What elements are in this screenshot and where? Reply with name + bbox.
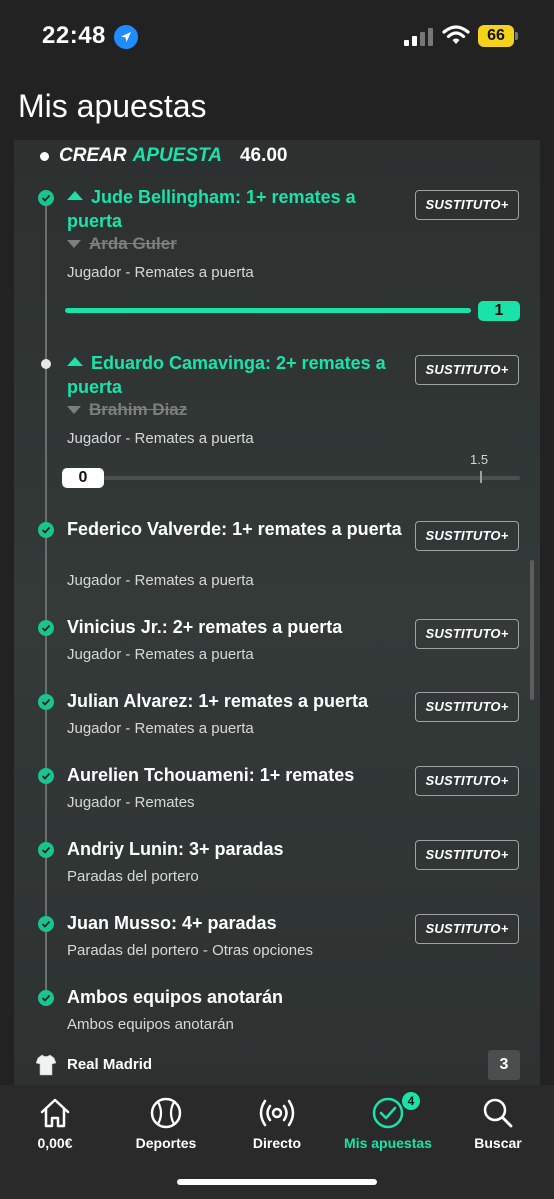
ball-icon: [150, 1097, 182, 1129]
check-icon: [38, 522, 54, 538]
check-icon: [38, 694, 54, 710]
tab-label: Directo: [252, 1135, 302, 1151]
caret-up-icon: [67, 357, 83, 366]
leg-title: Vinicius Jr.: 2+ remates a puerta: [67, 617, 343, 637]
team-name: Real Madrid: [67, 1056, 153, 1073]
leg-title: Ambos equipos anotarán: [67, 987, 284, 1007]
progress-value: 1: [478, 301, 520, 321]
team-row[interactable]: Real Madrid 3: [14, 1050, 540, 1080]
timeline-dot: [41, 359, 51, 369]
leg-subtitle: Jugador - Remates a puerta: [67, 572, 254, 589]
progress-bar: [65, 308, 471, 313]
live-icon: [259, 1099, 295, 1127]
substitute-button[interactable]: SUSTITUTO+: [415, 914, 519, 944]
check-circle-icon: [372, 1097, 404, 1129]
tab-home[interactable]: 0,00€: [0, 1095, 110, 1155]
progress-target-tick: [480, 471, 482, 483]
tab-label: Deportes: [135, 1135, 197, 1151]
progress-target: 1.5: [470, 452, 489, 467]
status-bar: 22:48 66: [0, 0, 554, 70]
leg-title: Julian Alvarez: 1+ remates a puerta: [67, 691, 368, 711]
scrollbar[interactable]: [530, 560, 534, 700]
check-icon: [38, 620, 54, 636]
replaced-player: Arda Guler: [67, 234, 177, 254]
leg-title: Andriy Lunin: 3+ paradas: [67, 839, 284, 859]
check-icon: [38, 916, 54, 932]
substitute-button[interactable]: SUSTITUTO+: [415, 521, 519, 551]
leg-subtitle: Paradas del portero - Otras opciones: [67, 942, 313, 959]
timeline-line: [45, 190, 47, 996]
leg-title: Aurelien Tchouameni: 1+ remates: [67, 765, 355, 785]
bet-odds: 46.00: [239, 145, 288, 166]
tab-label: 0,00€: [37, 1135, 73, 1151]
page-title: Mis apuestas: [18, 88, 207, 124]
cellular-signal-icon: [404, 28, 434, 46]
leg-subtitle: Ambos equipos anotarán: [67, 1016, 234, 1033]
home-icon: [40, 1098, 70, 1128]
leg-subtitle: Jugador - Remates a puerta: [67, 720, 254, 737]
leg-subtitle: Paradas del portero: [67, 868, 199, 885]
home-indicator[interactable]: [177, 1179, 377, 1185]
team-count-badge: 3: [488, 1050, 520, 1080]
bet-card: CREAR APUESTA 46.00 Jude Bellingham: 1+ …: [14, 140, 540, 1085]
status-time: 22:48: [42, 22, 106, 49]
substitute-button[interactable]: SUSTITUTO+: [415, 692, 519, 722]
wifi-icon: [442, 25, 470, 44]
battery-icon: 66: [478, 25, 518, 47]
leg-subtitle: Jugador - Remates a puerta: [67, 646, 254, 663]
leg-title: Eduardo Camavinga: 2+ remates a puerta: [67, 353, 386, 397]
check-icon: [38, 768, 54, 784]
tab-directo[interactable]: Directo: [222, 1095, 332, 1155]
progress-track: [65, 476, 520, 480]
search-icon: [483, 1098, 513, 1128]
substitute-button[interactable]: SUSTITUTO+: [415, 190, 519, 220]
tab-label: Buscar: [474, 1135, 522, 1151]
leg-subtitle: Jugador - Remates a puerta: [67, 264, 254, 281]
tab-mis-apuestas[interactable]: 4 Mis apuestas: [333, 1092, 443, 1155]
caret-down-icon: [67, 406, 81, 414]
replaced-player: Brahim Diaz: [67, 400, 187, 420]
apuesta-label: APUESTA: [132, 145, 222, 166]
check-icon: [38, 842, 54, 858]
check-icon: [38, 990, 54, 1006]
crear-label: CREAR: [59, 145, 127, 166]
caret-up-icon: [67, 191, 83, 200]
tab-deportes[interactable]: Deportes: [111, 1095, 221, 1155]
timeline-dot: [40, 151, 49, 161]
substitute-button[interactable]: SUSTITUTO+: [415, 766, 519, 796]
progress-value: 0: [62, 468, 104, 488]
check-icon: [38, 190, 54, 206]
tab-label: Mis apuestas: [344, 1135, 432, 1151]
tab-buscar[interactable]: Buscar: [443, 1095, 553, 1155]
leg-title: Jude Bellingham: 1+ remates a puerta: [67, 187, 356, 231]
substitute-button[interactable]: SUSTITUTO+: [415, 619, 519, 649]
shirt-icon: [36, 1054, 56, 1076]
location-arrow-icon: [114, 25, 138, 49]
bet-builder-header: CREAR APUESTA 46.00: [40, 143, 288, 169]
leg-title: Juan Musso: 4+ paradas: [67, 913, 277, 933]
leg-subtitle: Jugador - Remates: [67, 794, 195, 811]
leg-title: Federico Valverde: 1+ remates a puerta: [67, 519, 402, 539]
bets-count-badge: 4: [402, 1092, 420, 1110]
leg-subtitle: Jugador - Remates a puerta: [67, 430, 254, 447]
substitute-button[interactable]: SUSTITUTO+: [415, 355, 519, 385]
caret-down-icon: [67, 240, 81, 248]
substitute-button[interactable]: SUSTITUTO+: [415, 840, 519, 870]
